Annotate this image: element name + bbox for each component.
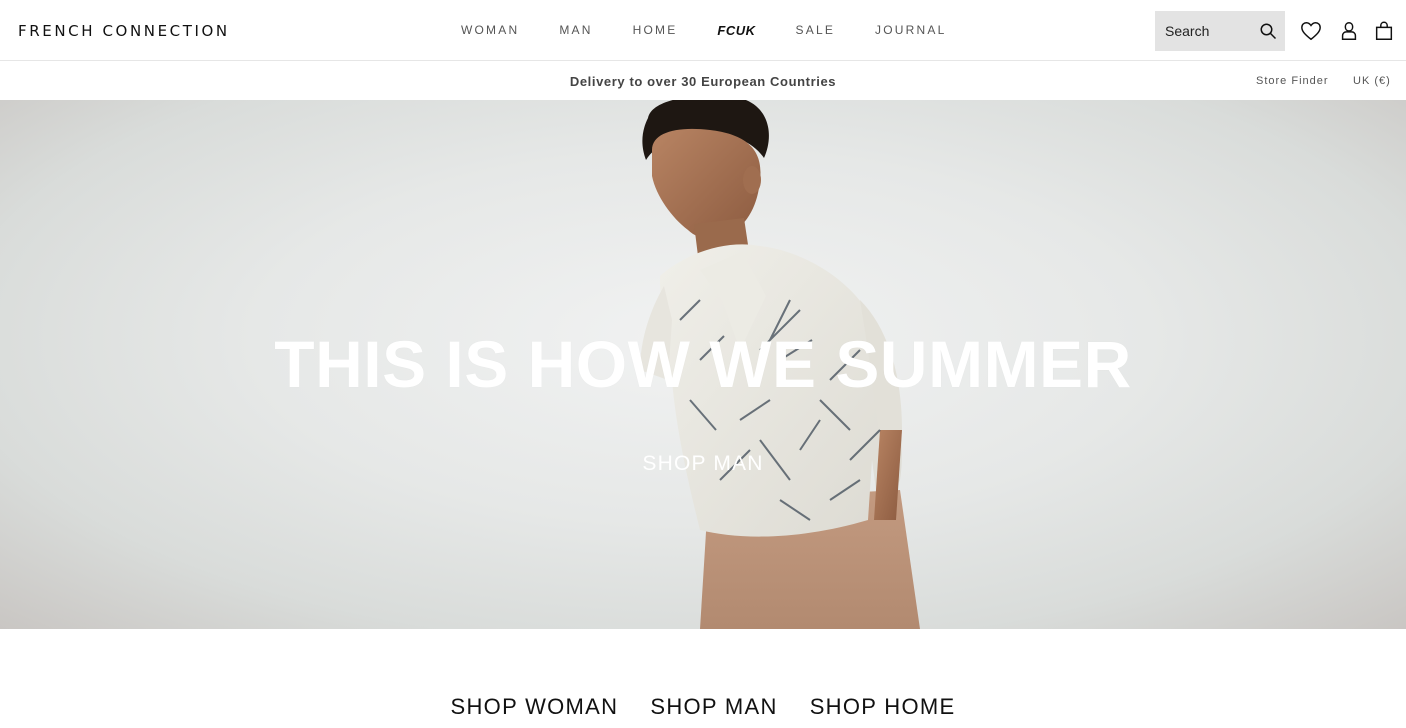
info-bar: Delivery to over 30 European Countries S…	[0, 61, 1406, 100]
nav-woman[interactable]: WOMAN	[461, 23, 519, 38]
heart-icon[interactable]	[1300, 20, 1322, 42]
main-nav: WOMAN MAN HOME FCUK SALE JOURNAL	[461, 23, 946, 38]
category-links: SHOP WOMAN SHOP MAN SHOP HOME	[0, 694, 1406, 720]
search-input[interactable]	[1165, 23, 1255, 39]
shop-home-link[interactable]: SHOP HOME	[810, 694, 956, 720]
search-icon[interactable]	[1259, 22, 1277, 40]
nav-home[interactable]: HOME	[633, 23, 678, 38]
nav-man[interactable]: MAN	[559, 23, 592, 38]
shop-man-hero-link[interactable]: SHOP MAN	[0, 452, 1406, 476]
shop-man-link[interactable]: SHOP MAN	[650, 694, 777, 720]
nav-journal[interactable]: JOURNAL	[875, 23, 946, 38]
store-finder-link[interactable]: Store Finder	[1256, 75, 1329, 87]
search-box	[1155, 11, 1285, 51]
shopping-bag-icon[interactable]	[1373, 20, 1395, 42]
shop-woman-link[interactable]: SHOP WOMAN	[451, 694, 619, 720]
locale-selector[interactable]: UK (€)	[1353, 75, 1391, 87]
brand-logo[interactable]: FRENCH CONNECTION	[18, 22, 230, 40]
hero-title: THIS IS HOW WE SUMMER	[274, 327, 1132, 401]
delivery-message: Delivery to over 30 European Countries	[569, 74, 837, 89]
user-icon[interactable]	[1338, 20, 1360, 42]
hero-banner[interactable]: THIS IS HOW WE SUMMER SHOP MAN	[0, 100, 1406, 629]
site-header: FRENCH CONNECTION WOMAN MAN HOME FCUK SA…	[0, 0, 1406, 61]
nav-fcuk[interactable]: FCUK	[717, 23, 755, 38]
nav-sale[interactable]: SALE	[796, 23, 836, 38]
